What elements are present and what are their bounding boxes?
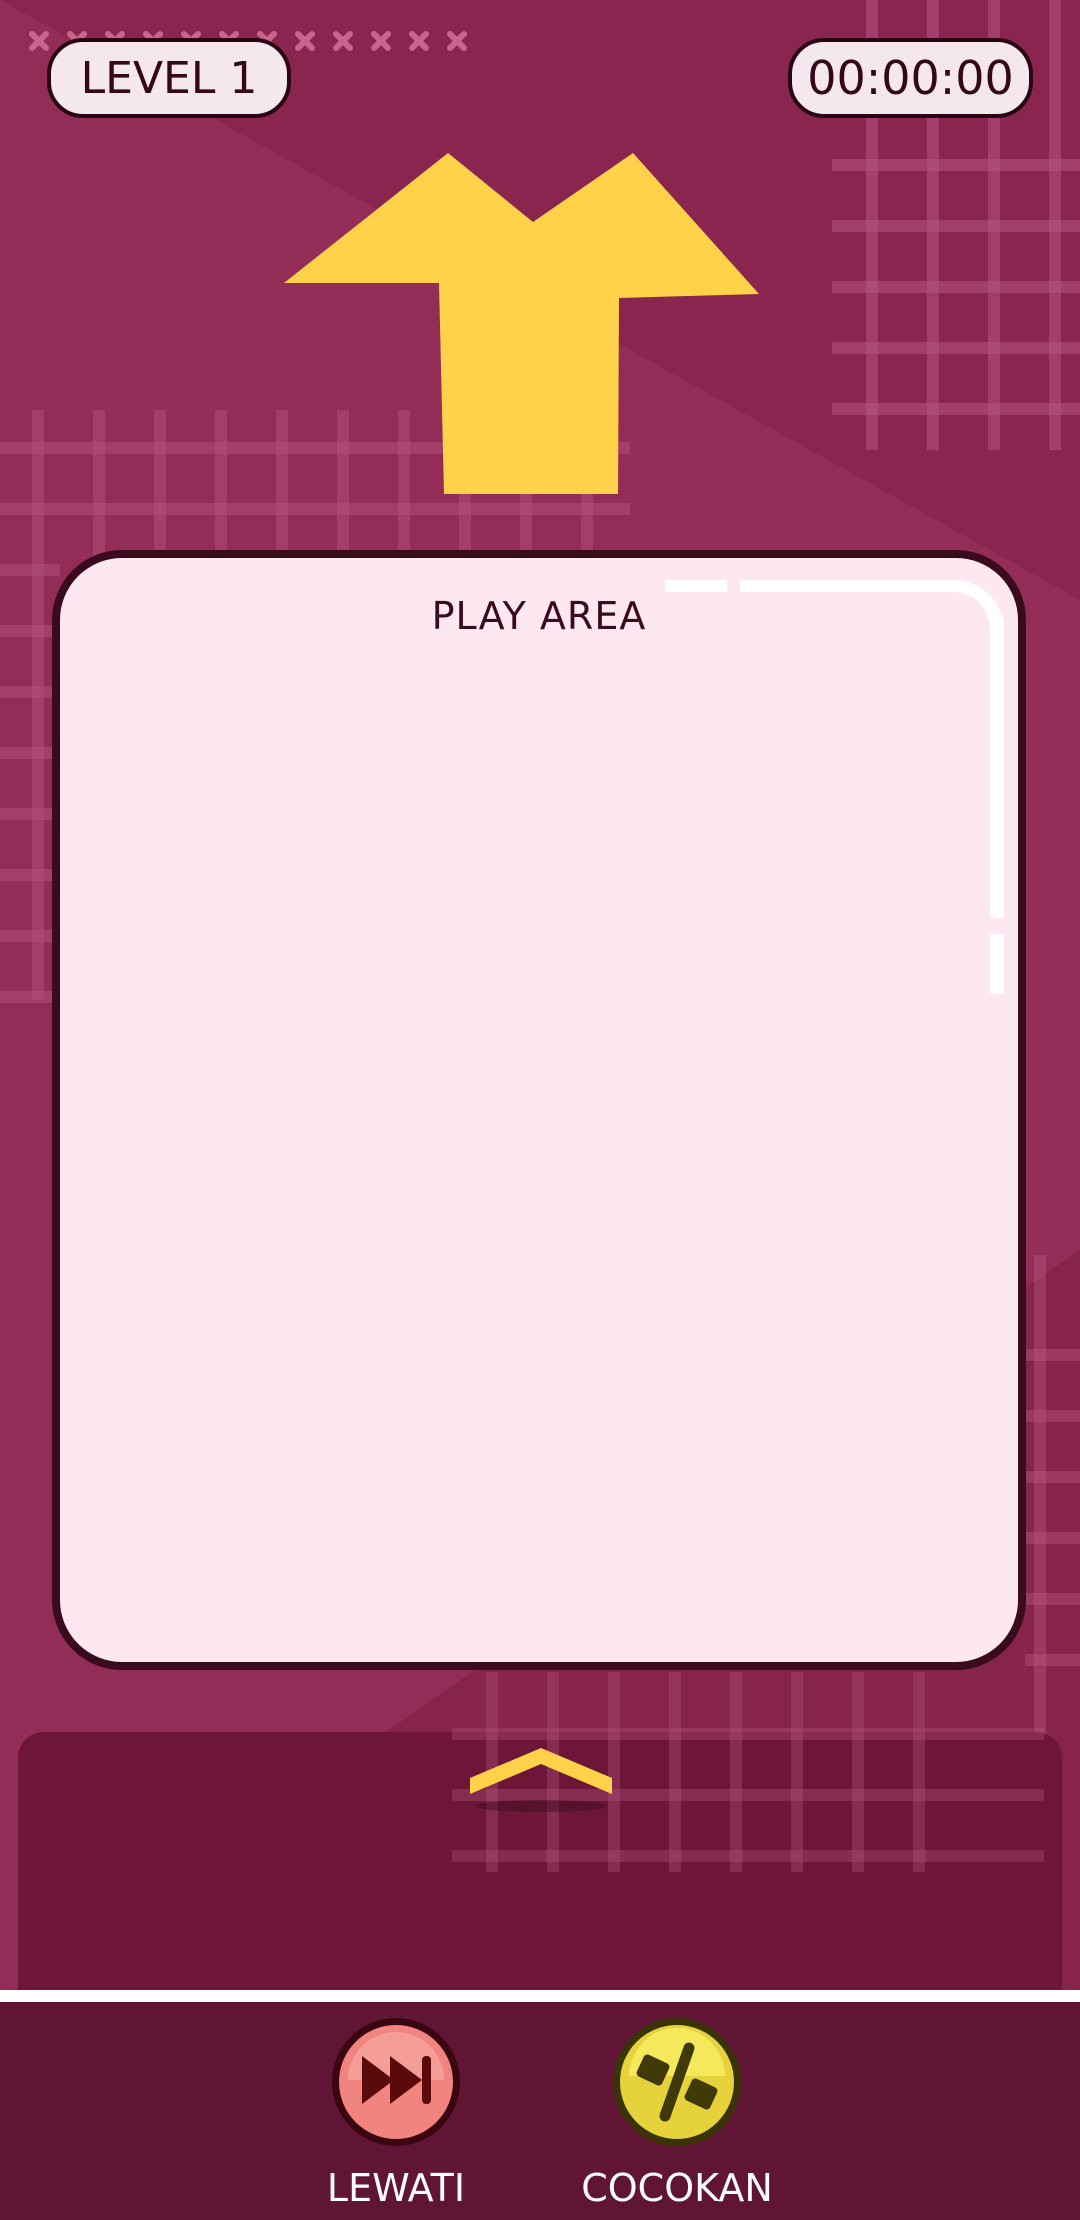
bottom-bar <box>0 2002 1080 2220</box>
match-button[interactable]: COCOKAN <box>581 2014 773 2220</box>
skip-label: LEWATI <box>326 2166 466 2210</box>
gloss-highlight <box>990 618 1004 918</box>
play-area-title: PLAY AREA <box>431 594 647 638</box>
gloss-highlight <box>990 934 1004 994</box>
arrow-shape-icon <box>284 153 759 494</box>
gloss-highlight <box>665 580 727 592</box>
match-label: COCOKAN <box>581 2166 773 2210</box>
chevron-up-icon[interactable] <box>468 1748 614 1814</box>
bottom-divider <box>0 1990 1080 2002</box>
percent-icon <box>613 2018 741 2146</box>
play-area[interactable]: PLAY AREA <box>52 550 1026 1670</box>
gloss-highlight <box>740 580 960 592</box>
skip-forward-icon <box>332 2018 460 2146</box>
skip-button[interactable]: LEWATI <box>316 2014 476 2220</box>
game-screen: { "hud": { "level_label": "LEVEL 1", "ti… <box>0 0 1080 2220</box>
